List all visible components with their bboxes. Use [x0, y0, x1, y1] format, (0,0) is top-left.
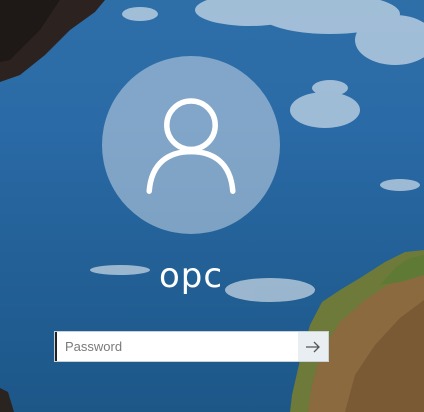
arrow-right-icon — [306, 341, 320, 352]
submit-button[interactable] — [298, 332, 328, 361]
password-field-container — [54, 331, 329, 362]
user-silhouette-icon — [146, 98, 236, 194]
username-label: opc — [158, 256, 224, 296]
password-input[interactable] — [55, 332, 298, 361]
user-avatar — [102, 56, 280, 234]
